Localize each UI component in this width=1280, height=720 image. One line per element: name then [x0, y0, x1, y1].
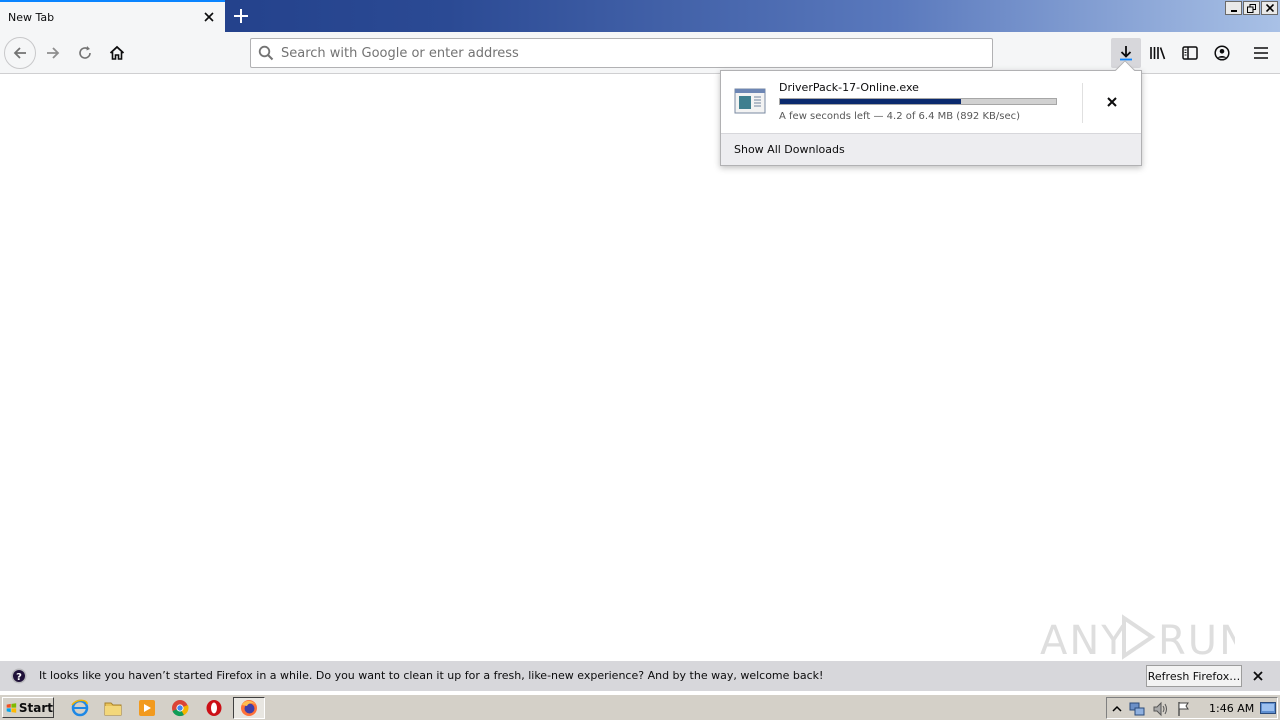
- arrow-right-icon[interactable]: [37, 37, 69, 69]
- show-all-downloads-label: Show All Downloads: [734, 143, 845, 156]
- tab-new-tab[interactable]: New Tab: [0, 0, 225, 33]
- firefox-icon: [241, 700, 257, 716]
- divider: [1082, 83, 1083, 123]
- download-status: A few seconds left — 4.2 of 6.4 MB (892 …: [779, 111, 1021, 122]
- close-icon: [1107, 97, 1117, 107]
- action-center-flag-icon[interactable]: [1176, 701, 1192, 717]
- show-desktop-icon[interactable]: [1260, 701, 1276, 717]
- chevron-up-icon[interactable]: [1109, 701, 1125, 717]
- internet-explorer-icon[interactable]: [70, 698, 90, 718]
- start-label: Start: [18, 700, 53, 715]
- minimize-button[interactable]: [1225, 1, 1242, 15]
- chrome-icon[interactable]: [170, 698, 190, 718]
- notification-text: It looks like you haven’t started Firefo…: [39, 669, 824, 682]
- close-icon[interactable]: [1250, 668, 1266, 684]
- tab-strip: New Tab: [0, 0, 1280, 33]
- url-input[interactable]: [281, 45, 971, 61]
- opera-icon[interactable]: [204, 698, 224, 718]
- system-tray: 1:46 AM: [1106, 697, 1278, 719]
- downloads-panel: DriverPack-17-Online.exe A few seconds l…: [720, 60, 1142, 166]
- start-button[interactable]: Start: [2, 697, 54, 718]
- windows-logo-icon: [6, 702, 17, 713]
- question-icon: ?: [11, 668, 27, 684]
- window-controls: [1225, 1, 1278, 15]
- exe-file-icon: [734, 88, 766, 116]
- watermark-logo: ANY RUN: [1040, 612, 1249, 664]
- close-window-button[interactable]: [1261, 1, 1278, 15]
- refresh-firefox-button[interactable]: Refresh Firefox…: [1146, 665, 1242, 687]
- clock: 1:46 AM: [1209, 702, 1255, 715]
- sidebar-icon[interactable]: [1175, 38, 1205, 68]
- url-bar[interactable]: [250, 38, 993, 68]
- restore-button[interactable]: [1243, 1, 1260, 15]
- taskbar: Start 1:46 AM: [0, 694, 1280, 720]
- close-icon[interactable]: [201, 9, 217, 25]
- plus-icon[interactable]: [229, 4, 253, 28]
- network-icon[interactable]: [1129, 701, 1145, 717]
- tab-title: New Tab: [8, 11, 55, 24]
- download-filename: DriverPack-17-Online.exe: [779, 81, 919, 94]
- arrow-left-icon[interactable]: [4, 37, 36, 69]
- svg-text:RUN: RUN: [1158, 618, 1235, 662]
- cancel-download-button[interactable]: [1098, 89, 1126, 115]
- notification-bar: ? It looks like you haven’t started Fire…: [0, 661, 1280, 691]
- account-icon[interactable]: [1207, 38, 1237, 68]
- svg-text:ANY: ANY: [1040, 618, 1128, 662]
- file-explorer-icon[interactable]: [103, 698, 123, 718]
- hamburger-menu-icon[interactable]: [1246, 38, 1276, 68]
- nav-bar: [0, 32, 1280, 74]
- download-item[interactable]: DriverPack-17-Online.exe A few seconds l…: [721, 71, 1141, 133]
- library-icon[interactable]: [1143, 38, 1173, 68]
- show-all-downloads-button[interactable]: Show All Downloads: [721, 133, 1141, 165]
- search-icon: [251, 39, 281, 67]
- home-icon[interactable]: [101, 37, 133, 69]
- firefox-taskbar-button[interactable]: [233, 697, 265, 719]
- download-progress-fill: [780, 99, 962, 104]
- media-player-icon[interactable]: [137, 698, 157, 718]
- reload-icon[interactable]: [69, 37, 101, 69]
- download-progress-bar: [779, 98, 1057, 105]
- svg-text:?: ?: [16, 672, 22, 683]
- volume-icon[interactable]: [1152, 701, 1168, 717]
